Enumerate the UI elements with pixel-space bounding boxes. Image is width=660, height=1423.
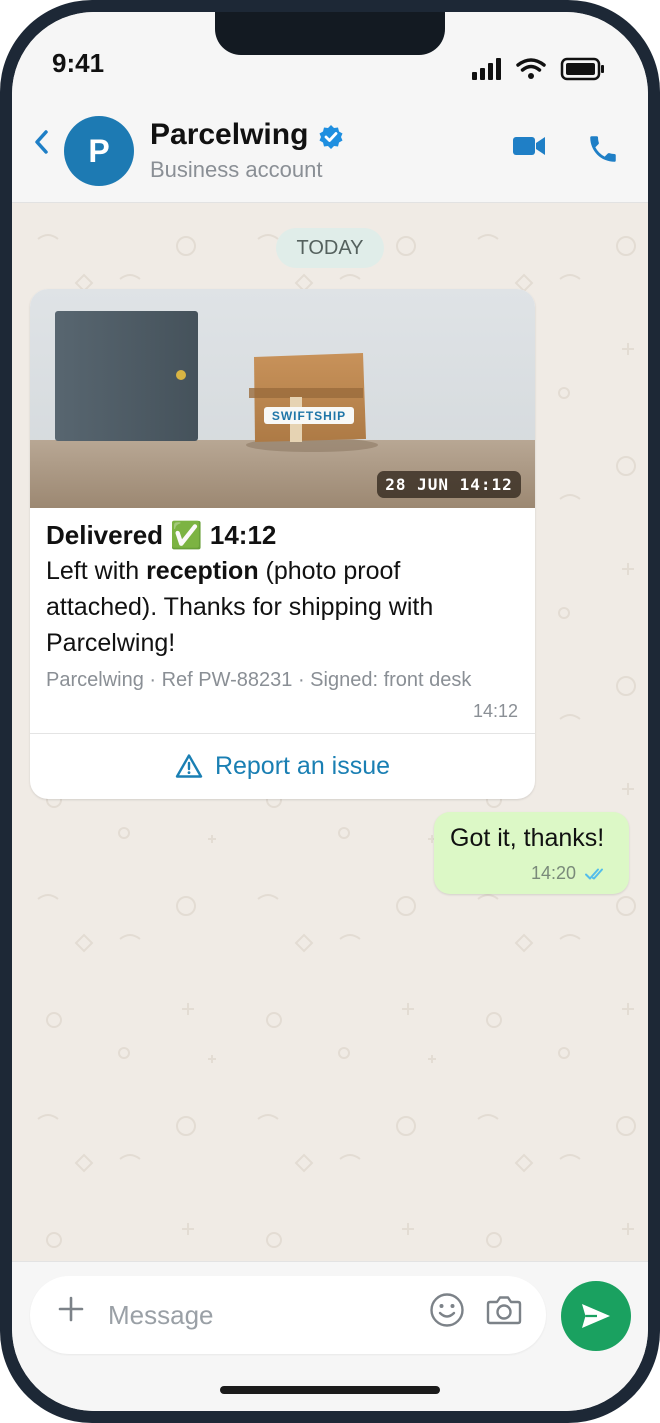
status-time: 9:41 <box>52 48 105 78</box>
attach-button[interactable] <box>56 1294 86 1329</box>
outgoing-message[interactable]: Got it, thanks! 14:20 <box>434 812 629 894</box>
warning-icon <box>175 754 203 778</box>
report-issue-button[interactable]: Report an issue <box>30 735 535 797</box>
message-body-prefix: Left with <box>46 557 147 585</box>
divider <box>30 733 535 734</box>
voice-call-button[interactable] <box>586 132 620 171</box>
double-check-icon <box>584 866 610 887</box>
message-body-bold: reception <box>146 557 259 585</box>
home-indicator[interactable] <box>220 1386 440 1394</box>
camera-icon <box>486 1296 522 1325</box>
signal-wifi-battery-icon <box>472 57 604 81</box>
chat-header: P Parcelwing Business account <box>12 104 648 203</box>
avatar[interactable]: P <box>64 116 134 186</box>
report-issue-label: Report an issue <box>214 751 391 780</box>
video-call-button[interactable] <box>512 134 546 163</box>
outgoing-time: 14:20 <box>531 863 577 883</box>
photo-timestamp: 28 JUN 14:12 <box>377 471 521 498</box>
incoming-message[interactable]: SWIFTSHIP 28 JUN 14:12 Delivered ✅ 14:12… <box>30 289 535 799</box>
screen: 9:41 P Parcelwing Business account TODAY… <box>12 12 648 1411</box>
outgoing-text: Got it, thanks! <box>450 824 605 852</box>
send-button[interactable] <box>561 1281 631 1351</box>
message-input-container[interactable]: Message <box>30 1276 546 1354</box>
message-footer: Parcelwing · Ref PW-88231 · Signed: fron… <box>46 669 472 691</box>
message-title: Delivered ✅ 14:12 <box>46 520 277 550</box>
message-input[interactable]: Message <box>108 1300 214 1331</box>
camera-button[interactable] <box>486 1293 522 1332</box>
photo-label: SWIFTSHIP <box>264 407 354 424</box>
date-separator: TODAY <box>276 228 384 268</box>
phone-icon <box>590 136 616 162</box>
verified-badge-icon <box>318 124 344 155</box>
smiley-icon <box>430 1293 464 1327</box>
phone-frame: 9:41 P Parcelwing Business account TODAY… <box>0 0 660 1423</box>
back-button[interactable] <box>32 126 50 164</box>
plus-icon <box>58 1296 84 1322</box>
message-time: 14:12 <box>472 701 518 721</box>
chevron-left-icon <box>35 130 48 154</box>
status-icons <box>470 56 620 87</box>
message-body: Left with reception (photo proof attache… <box>46 553 516 661</box>
emoji-button[interactable] <box>428 1291 466 1334</box>
video-camera-icon <box>513 137 545 155</box>
send-icon <box>582 1304 610 1328</box>
contact-subtitle: Business account <box>150 157 323 182</box>
chat-area[interactable]: TODAY SWIFTSHIP 28 JUN 14:12 Delivered ✅… <box>12 203 648 1261</box>
notch <box>215 12 445 55</box>
contact-name[interactable]: Parcelwing <box>150 118 308 152</box>
